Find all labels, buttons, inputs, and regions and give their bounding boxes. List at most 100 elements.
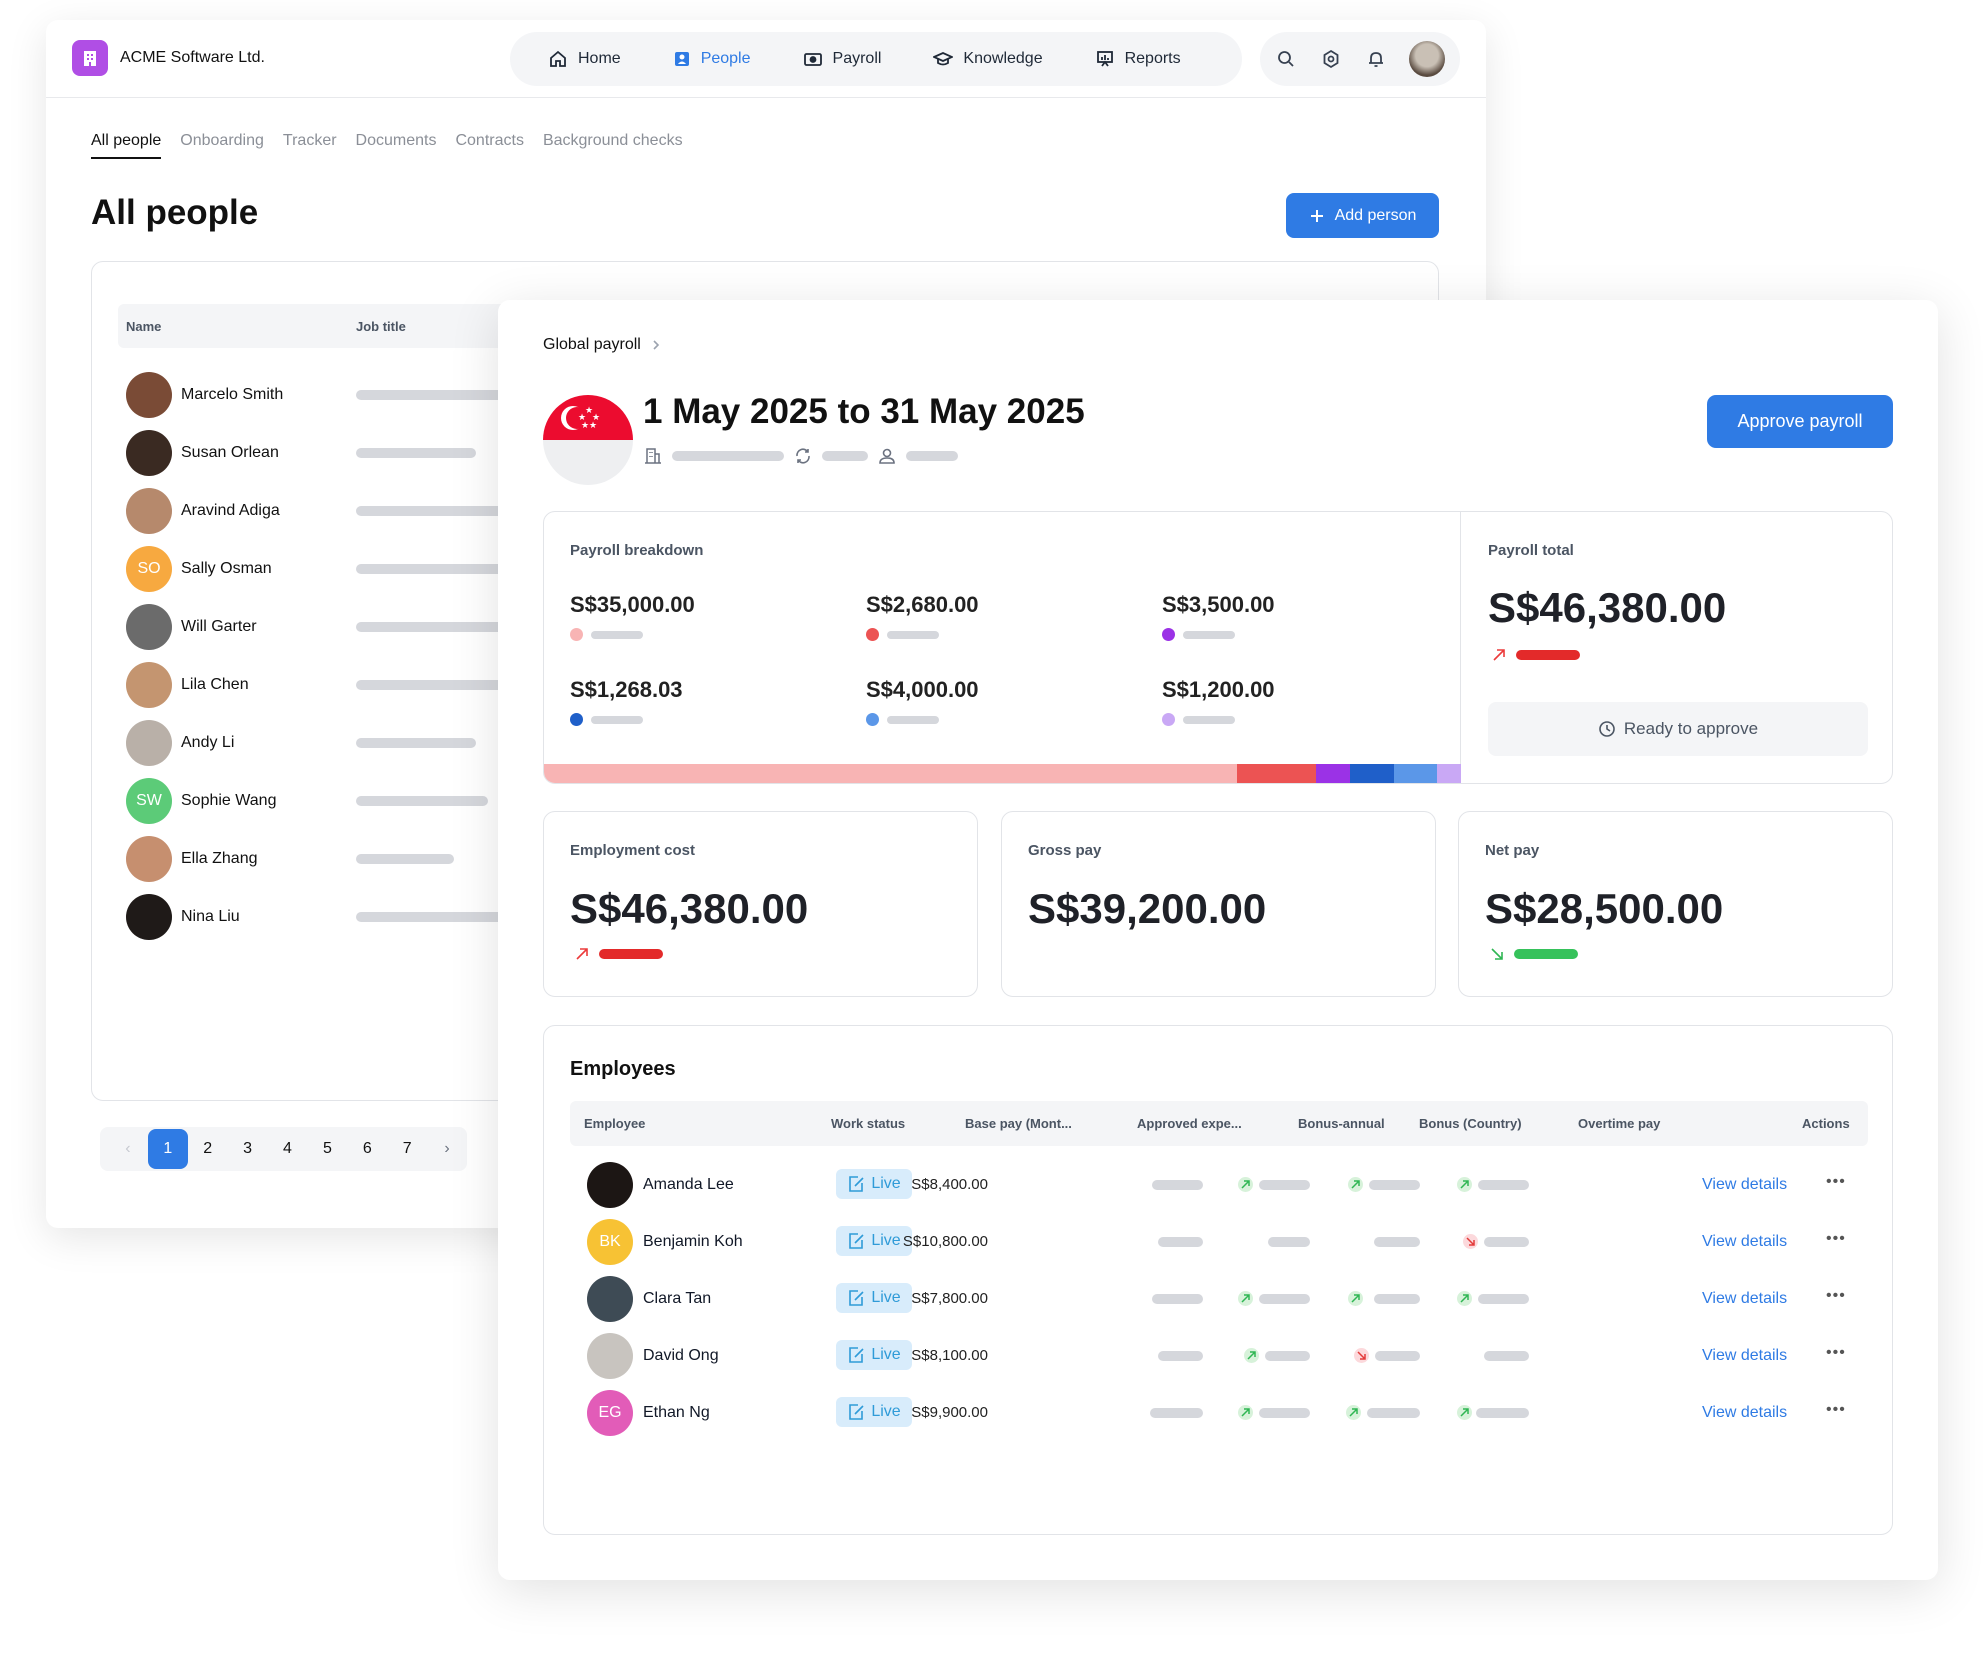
tab-onboarding[interactable]: Onboarding bbox=[180, 132, 264, 159]
page-6-button[interactable]: 6 bbox=[347, 1129, 387, 1169]
nav-reports[interactable]: Reports bbox=[1095, 49, 1181, 69]
more-options-icon[interactable]: ••• bbox=[1826, 1173, 1846, 1191]
column-employee[interactable]: Employee bbox=[584, 1116, 645, 1131]
segment bbox=[544, 764, 1238, 783]
placeholder-bar bbox=[1484, 1237, 1529, 1247]
employee-row[interactable]: Clara Tan Live S$7,800.00 View details •… bbox=[570, 1269, 1868, 1329]
column-work-status[interactable]: Work status bbox=[831, 1116, 905, 1131]
more-options-icon[interactable]: ••• bbox=[1826, 1344, 1846, 1362]
column-bonus-country[interactable]: Bonus (Country) bbox=[1419, 1116, 1522, 1131]
stat-value: S$39,200.00 bbox=[1028, 885, 1267, 932]
page-4-button[interactable]: 4 bbox=[268, 1129, 308, 1169]
user-avatar[interactable] bbox=[1409, 41, 1445, 77]
person-name: Will Garter bbox=[181, 618, 257, 635]
tab-background-checks[interactable]: Background checks bbox=[543, 132, 683, 159]
person-row[interactable]: Andy Li bbox=[126, 720, 476, 766]
tab-tracker[interactable]: Tracker bbox=[283, 132, 337, 159]
nav-people[interactable]: People bbox=[673, 50, 751, 68]
arrow-up-right-icon bbox=[1348, 1291, 1363, 1306]
person-row[interactable]: Will Garter bbox=[126, 604, 546, 650]
status-badge: Live bbox=[836, 1340, 912, 1370]
placeholder-bar bbox=[1150, 1408, 1203, 1418]
breakdown-value: S$1,268.03 bbox=[570, 677, 683, 702]
breakdown-item: S$1,268.03 bbox=[570, 677, 683, 726]
column-bonus-annual[interactable]: Bonus-annual bbox=[1298, 1116, 1385, 1131]
column-approved-expenses[interactable]: Approved expe... bbox=[1137, 1116, 1242, 1131]
base-pay: S$9,900.00 bbox=[911, 1404, 988, 1421]
placeholder-bar bbox=[1484, 1351, 1529, 1361]
more-options-icon[interactable]: ••• bbox=[1826, 1230, 1846, 1248]
tab-all-people[interactable]: All people bbox=[91, 132, 162, 159]
segment bbox=[1437, 764, 1462, 783]
tab-documents[interactable]: Documents bbox=[356, 132, 437, 159]
employee-name: Clara Tan bbox=[643, 1290, 712, 1307]
svg-text:★: ★ bbox=[589, 420, 597, 430]
avatar: BK bbox=[587, 1219, 633, 1265]
person-row[interactable]: Marcelo Smith bbox=[126, 372, 546, 418]
prev-page-button[interactable]: ‹ bbox=[108, 1129, 148, 1169]
legend-dot bbox=[866, 713, 879, 726]
legend-dot bbox=[570, 628, 583, 641]
page-7-button[interactable]: 7 bbox=[387, 1129, 427, 1169]
column-base-pay[interactable]: Base pay (Mont... bbox=[965, 1116, 1072, 1131]
employee-row[interactable]: EG Ethan Ng Live S$9,900.00 View details… bbox=[570, 1383, 1868, 1443]
nav-knowledge[interactable]: Knowledge bbox=[933, 49, 1043, 69]
person-row[interactable]: SO Sally Osman bbox=[126, 546, 546, 592]
page-1-button[interactable]: 1 bbox=[147, 1129, 188, 1169]
nav-home-label: Home bbox=[578, 50, 621, 67]
more-options-icon[interactable]: ••• bbox=[1826, 1287, 1846, 1305]
brand[interactable]: ACME Software Ltd. bbox=[72, 40, 265, 76]
person-row[interactable]: Aravind Adiga bbox=[126, 488, 546, 534]
toolbar bbox=[1260, 32, 1460, 86]
person-row[interactable]: SW Sophie Wang bbox=[126, 778, 488, 824]
tab-contracts[interactable]: Contracts bbox=[455, 132, 523, 159]
avatar: EG bbox=[587, 1390, 633, 1436]
bell-icon[interactable] bbox=[1364, 47, 1388, 71]
page-3-button[interactable]: 3 bbox=[228, 1129, 268, 1169]
breadcrumb[interactable]: Global payroll bbox=[543, 336, 661, 354]
placeholder-bar bbox=[1367, 1408, 1420, 1418]
arrow-up-right-icon bbox=[1492, 648, 1506, 662]
singapore-flag-icon: ★ ★ ★ ★ ★ bbox=[543, 395, 633, 485]
person-name: Marcelo Smith bbox=[181, 386, 284, 403]
person-row[interactable]: Susan Orlean bbox=[126, 430, 476, 476]
status-badge: Live bbox=[836, 1397, 912, 1427]
view-details-link[interactable]: View details bbox=[1702, 1290, 1787, 1308]
add-person-button[interactable]: Add person bbox=[1286, 193, 1439, 238]
employee-row[interactable]: David Ong Live S$8,100.00 View details •… bbox=[570, 1326, 1868, 1386]
view-details-link[interactable]: View details bbox=[1702, 1404, 1787, 1422]
trend-up bbox=[575, 947, 663, 961]
page-5-button[interactable]: 5 bbox=[307, 1129, 347, 1169]
avatar bbox=[126, 604, 172, 650]
approve-payroll-button[interactable]: Approve payroll bbox=[1707, 395, 1893, 448]
avatar bbox=[126, 894, 172, 940]
stat-label: Net pay bbox=[1485, 842, 1540, 859]
view-details-link[interactable]: View details bbox=[1702, 1233, 1787, 1251]
nav-payroll[interactable]: Payroll bbox=[803, 49, 881, 69]
column-name[interactable]: Name bbox=[126, 319, 161, 334]
gear-icon[interactable] bbox=[1319, 47, 1343, 71]
placeholder-bar bbox=[822, 451, 868, 461]
employees-card: Employees Employee Work status Base pay … bbox=[543, 1025, 1893, 1535]
person-row[interactable]: Nina Liu bbox=[126, 894, 546, 940]
view-details-link[interactable]: View details bbox=[1702, 1347, 1787, 1365]
person-row[interactable]: Lila Chen bbox=[126, 662, 546, 708]
nav-home[interactable]: Home bbox=[548, 49, 621, 69]
page-2-button[interactable]: 2 bbox=[188, 1129, 228, 1169]
payroll-window: Global payroll ★ ★ ★ ★ ★ 1 May 2025 to 31 Ma… bbox=[498, 300, 1938, 1580]
status-badge: Live bbox=[836, 1226, 912, 1256]
employee-row[interactable]: Amanda Lee Live S$8,400.00 View details … bbox=[570, 1155, 1868, 1215]
employee-row[interactable]: BK Benjamin Koh Live S$10,800.00 View de… bbox=[570, 1212, 1868, 1272]
person-name: Andy Li bbox=[181, 734, 235, 751]
column-overtime-pay[interactable]: Overtime pay bbox=[1578, 1116, 1660, 1131]
placeholder-bar bbox=[1265, 1351, 1310, 1361]
arrow-up-right-icon bbox=[575, 947, 589, 961]
column-actions[interactable]: Actions bbox=[1802, 1116, 1850, 1131]
segment bbox=[1350, 764, 1394, 783]
view-details-link[interactable]: View details bbox=[1702, 1176, 1787, 1194]
search-icon[interactable] bbox=[1274, 47, 1298, 71]
column-job-title[interactable]: Job title bbox=[356, 319, 406, 334]
more-options-icon[interactable]: ••• bbox=[1826, 1401, 1846, 1419]
next-page-button[interactable]: › bbox=[427, 1129, 467, 1169]
person-row[interactable]: Ella Zhang bbox=[126, 836, 454, 882]
